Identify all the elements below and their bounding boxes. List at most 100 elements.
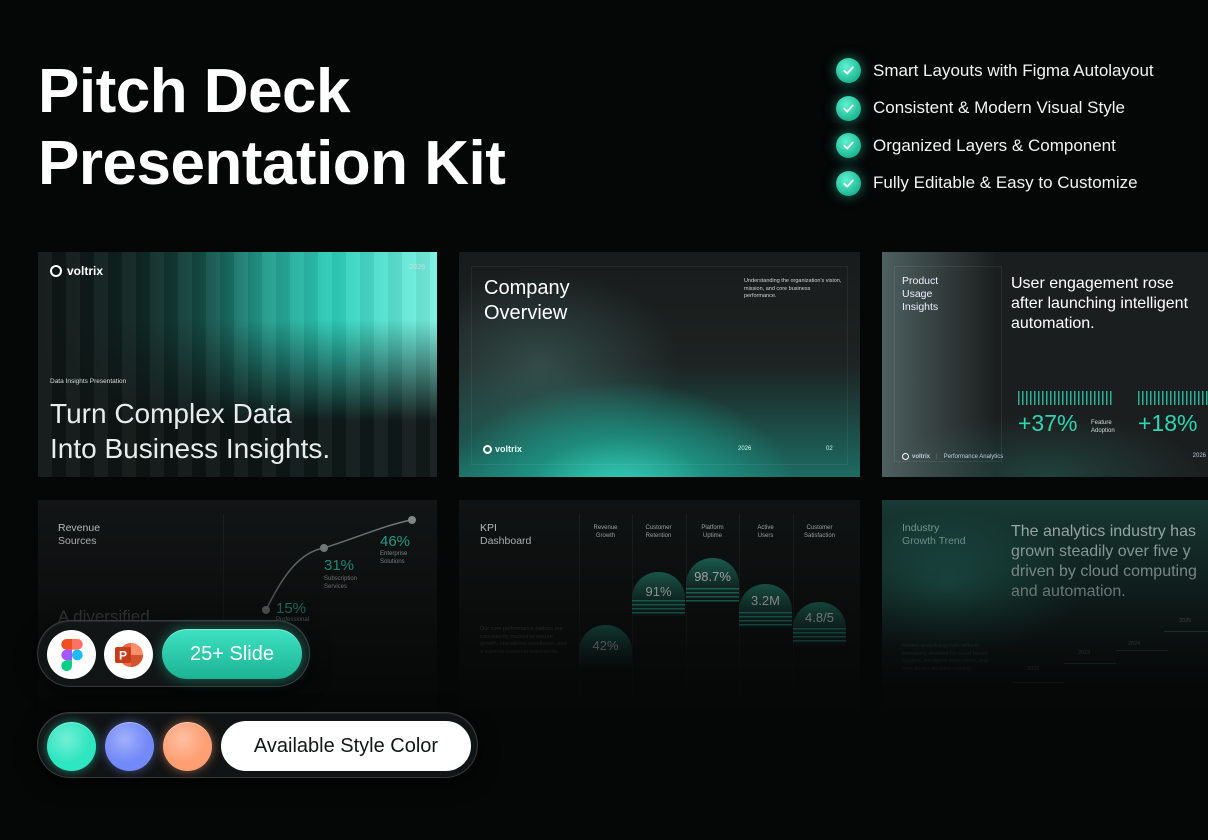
revenue-value: 46% [380, 533, 411, 550]
kpi-header-line: Users [757, 532, 774, 539]
headline-line: Turn Complex Data [50, 398, 292, 429]
headline-line: after launching intelligent [1011, 295, 1189, 312]
bar-ticks [1138, 391, 1208, 405]
trend-step [1064, 663, 1116, 664]
revenue-label-line: Services [324, 583, 348, 590]
style-color-label: Available Style Color [221, 721, 471, 771]
headline-line: and automation. [1011, 583, 1126, 600]
trend-year: 2022 [1027, 666, 1040, 672]
kpi-header-line: Platform [701, 525, 724, 531]
slide-page-number: 02 [826, 446, 833, 452]
color-swatch-blue[interactable] [105, 722, 154, 771]
curve-point [408, 516, 416, 524]
revenue-value: 15% [276, 600, 307, 617]
color-swatch-teal[interactable] [47, 722, 96, 771]
slide-label: Product Usage Insights [902, 275, 938, 314]
stat-value: +37% [1018, 410, 1078, 436]
feature-label: Smart Layouts with Figma Autolayout [873, 60, 1154, 80]
title-line: Company [484, 277, 570, 299]
revenue-value: 31% [324, 557, 355, 574]
slide-year: 2026 [1192, 453, 1206, 459]
kpi-header: Customer Retention [632, 525, 685, 540]
kpi-ticks [739, 612, 792, 628]
trend-step [1164, 631, 1208, 632]
hero-title-line1: Pitch Deck [38, 57, 351, 126]
label-line: Usage [902, 288, 933, 300]
bar-ticks [1018, 391, 1114, 405]
feature-label: Fully Editable & Easy to Customize [873, 173, 1138, 193]
kpi-value: 91% [645, 584, 672, 599]
slide-footer: voltrix | Performance Analytics [902, 453, 1003, 460]
trend-year: 2023 [1078, 650, 1091, 656]
slide-usage-preview: Product Usage Insights User engagement r… [882, 252, 1208, 477]
check-icon [836, 133, 861, 159]
revenue-label-line: Subscription [324, 576, 358, 582]
revenue-label-line: Enterprise [380, 551, 408, 557]
kpi-header: Active Users [739, 525, 792, 540]
slide-year: 2026 [738, 446, 752, 452]
revenue-label: Enterprise Solutions [380, 551, 407, 566]
kpi-header-line: Satisfaction [803, 532, 836, 539]
trend-year: 2024 [1128, 641, 1141, 647]
headline-line: automation. [1011, 315, 1095, 332]
kpi-header: Revenue Growth [579, 525, 632, 540]
stat-label-line: Feature [1091, 420, 1112, 426]
headline-line: grown steadily over five y [1011, 543, 1191, 560]
title-line: Dashboard [480, 535, 532, 547]
hero-title: Pitch Deck Presentation Kit [38, 56, 506, 200]
label-line: Product [902, 275, 939, 287]
slide-industry-preview: Industry Growth Trend The analytics indu… [882, 500, 1208, 710]
logo-icon [483, 444, 492, 454]
kpi-header-line: Revenue [593, 525, 618, 531]
feature-list: Smart Layouts with Figma Autolayout Cons… [836, 52, 1154, 202]
kpi-header-line: Retention [645, 532, 672, 539]
footer-text: Performance Analytics [943, 453, 1004, 460]
slide-eyebrow: Data Insights Presentation [50, 378, 127, 385]
title-line: Industry [902, 522, 940, 534]
kpi-header-line: Uptime [702, 532, 722, 539]
title-line: KPI [480, 522, 497, 534]
color-swatch-orange[interactable] [163, 722, 212, 771]
kpi-value: 42% [592, 638, 619, 653]
slide-title: Industry Growth Trend [902, 522, 966, 548]
slide-headline: User engagement rose after launching int… [1011, 274, 1188, 334]
brand-name: voltrix [67, 264, 104, 278]
slide-body: Market analytics growth reflects increas… [902, 643, 988, 672]
slide-headline: The analytics industry has grown steadil… [1011, 522, 1197, 602]
logo-icon [902, 453, 909, 460]
feature-label: Consistent & Modern Visual Style [873, 98, 1125, 118]
check-icon [836, 170, 861, 196]
tools-bar: P 25+ Slide [37, 620, 310, 687]
stat-label-line: Adoption [1091, 427, 1115, 434]
title-line: Overview [484, 302, 568, 324]
slide-cover-preview: voltrix 2026 Data Insights Presentation … [38, 252, 437, 477]
revenue-label-line: Solutions [380, 558, 405, 565]
label-line: Insights [902, 301, 939, 313]
kpi-column [686, 514, 739, 694]
feature-item: Smart Layouts with Figma Autolayout [836, 52, 1154, 90]
headline-line: The analytics industry has [1011, 523, 1196, 540]
kpi-header-line: Customer [645, 525, 672, 531]
kpi-header: Platform Uptime [686, 525, 739, 540]
feature-item: Organized Layers & Component [836, 127, 1154, 165]
slide-title: Company Overview [484, 276, 570, 326]
kpi-value: 4.8/5 [805, 610, 834, 625]
trend-step [1012, 682, 1064, 683]
slide-kpi-preview: KPI Dashboard Revenue Growth Customer Rete… [459, 500, 860, 710]
feature-item: Fully Editable & Easy to Customize [836, 165, 1154, 203]
feature-label: Organized Layers & Component [873, 135, 1116, 155]
brand-name: voltrix [912, 453, 931, 460]
brand-logo: voltrix [50, 264, 103, 278]
slide-description: Understanding the organization's vision,… [744, 278, 842, 299]
slide-overview-preview: Company Overview Understanding the organ… [459, 252, 860, 477]
logo-icon [50, 265, 62, 277]
stat-label: Feature Adoption [1091, 420, 1115, 435]
headline-line: driven by cloud computing [1011, 563, 1197, 580]
revenue-label: Subscription Services [324, 576, 357, 591]
title-line: Growth Trend [902, 535, 966, 547]
trend-step [1116, 650, 1168, 651]
powerpoint-icon: P [104, 630, 153, 679]
kpi-header-line: Active [757, 525, 774, 531]
trend-year: 2025 [1179, 618, 1192, 624]
brand-logo: voltrix [483, 444, 522, 454]
